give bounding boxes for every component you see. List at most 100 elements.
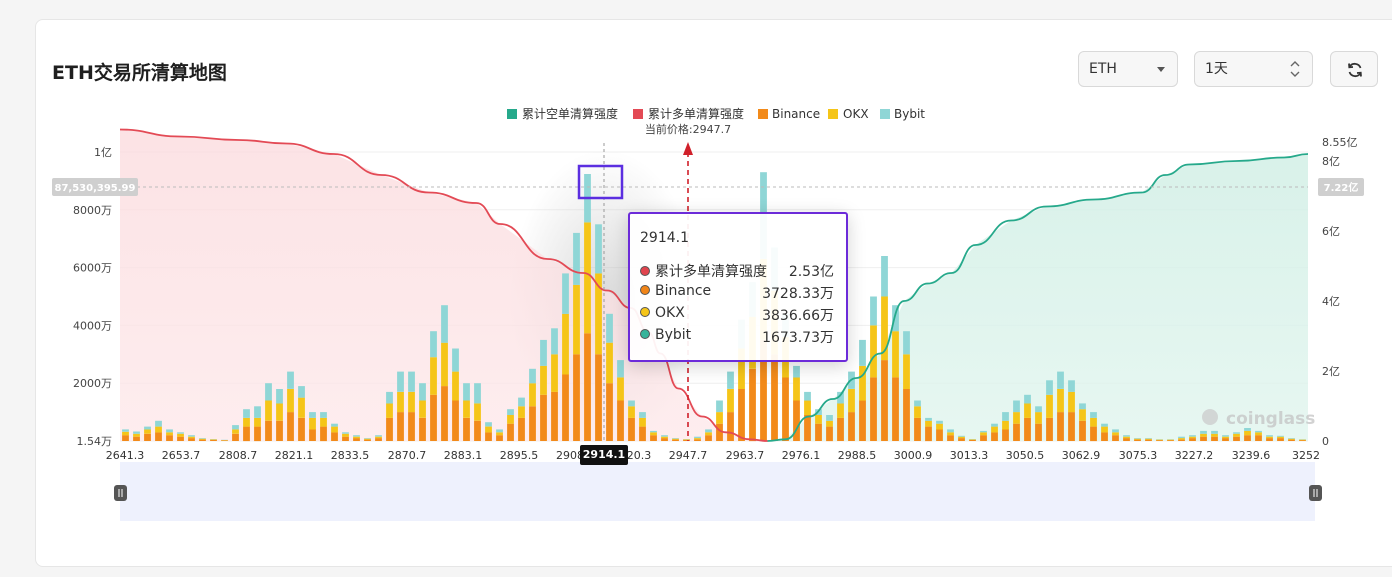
bar-okx <box>1057 389 1064 413</box>
bar-binance <box>1255 435 1262 441</box>
bar-bybit <box>408 371 415 392</box>
bar-binance <box>826 426 833 442</box>
bar-okx <box>1200 433 1207 437</box>
bar-bybit <box>804 391 811 401</box>
bar-bybit <box>386 391 393 404</box>
bar-bybit <box>144 426 151 430</box>
crosshair-left-value: 87,530,395.99 <box>55 183 136 194</box>
bar-okx <box>1244 430 1251 436</box>
y-right-tick-label: 4亿 <box>1322 295 1340 308</box>
bar-okx <box>232 429 239 434</box>
bar-okx <box>188 436 195 439</box>
bar-binance <box>232 433 239 441</box>
bar-bybit <box>496 429 503 433</box>
bar-binance <box>903 389 910 441</box>
bar-binance <box>155 432 162 441</box>
bar-bybit <box>287 371 294 389</box>
bar-binance <box>1277 438 1284 441</box>
bar-bybit <box>606 313 613 343</box>
x-tick-label: 3050.5 <box>1006 449 1045 462</box>
bar-okx <box>496 432 503 436</box>
zoom-handle-left[interactable] <box>114 485 127 501</box>
bar-bybit <box>320 412 327 418</box>
legend-bybit-label[interactable]: Bybit <box>894 107 925 121</box>
tooltip-label: Binance <box>655 283 712 299</box>
tooltip-value: 3836.66万 <box>762 308 834 324</box>
y-right-tick-label: 8亿 <box>1322 155 1340 168</box>
bar-bybit <box>1002 412 1009 421</box>
bar-binance <box>298 417 305 441</box>
bar-bybit <box>727 371 734 389</box>
bar-binance <box>1013 423 1020 441</box>
bar-binance <box>595 354 602 441</box>
bar-binance <box>221 440 228 441</box>
tooltip-dot-icon <box>640 329 650 339</box>
bar-bybit <box>1035 406 1042 413</box>
x-tick-label: 2808.7 <box>219 449 258 462</box>
x-tick-label: 3075.3 <box>1119 449 1158 462</box>
bar-okx <box>518 406 525 418</box>
bar-binance <box>881 360 888 441</box>
tooltip-dot-icon <box>640 285 650 295</box>
bar-okx <box>1123 436 1130 439</box>
bar-binance <box>496 435 503 441</box>
current-price-label: 当前价格:2947.7 <box>645 122 731 136</box>
bar-binance <box>672 439 679 441</box>
bar-bybit <box>573 232 580 285</box>
bar-okx <box>474 403 481 421</box>
crosshair-x-label: 2914.1 <box>580 445 628 465</box>
legend-okx-label[interactable]: OKX <box>843 107 869 121</box>
bar-binance <box>430 394 437 441</box>
x-tick-label: 3062.9 <box>1062 449 1101 462</box>
bar-okx <box>584 222 591 334</box>
bar-bybit <box>958 435 965 437</box>
bar-okx <box>122 431 129 436</box>
bar-binance <box>375 438 382 441</box>
bar-bybit <box>155 420 162 427</box>
bar-bybit <box>430 331 437 358</box>
bar-bybit <box>254 406 261 418</box>
bar-okx <box>617 377 624 401</box>
bar-bybit <box>859 339 866 366</box>
bar-okx <box>914 406 921 418</box>
bar-okx <box>562 313 569 375</box>
bar-bybit <box>628 400 635 407</box>
bar-binance <box>177 436 184 441</box>
y-left-tick-label: 1.54万 <box>77 435 113 448</box>
bar-binance <box>1123 438 1130 441</box>
bar-bybit <box>298 386 305 398</box>
legend-short-label[interactable]: 累计空单清算强度 <box>522 106 618 121</box>
bar-okx <box>254 417 261 427</box>
bar-bybit <box>485 422 492 427</box>
zoom-range-area[interactable] <box>120 462 1315 521</box>
bar-okx <box>210 439 217 440</box>
bar-bybit <box>1211 430 1218 434</box>
bar-binance <box>1035 423 1042 441</box>
bar-binance <box>782 377 789 441</box>
legend-long-label[interactable]: 累计多单清算强度 <box>648 106 744 121</box>
legend: 累计空单清算强度 累计多单清算强度 Binance OKX Bybit <box>507 106 925 121</box>
bar-okx <box>1112 432 1119 436</box>
bar-binance <box>1112 435 1119 441</box>
bar-binance <box>265 420 272 441</box>
bar-binance <box>837 417 844 441</box>
bar-okx <box>199 438 206 440</box>
bar-okx <box>331 426 338 433</box>
bar-binance <box>925 426 932 442</box>
bar-bybit <box>1123 435 1130 437</box>
bar-bybit <box>595 224 602 274</box>
legend-binance-label[interactable]: Binance <box>772 107 820 121</box>
bar-binance <box>870 377 877 441</box>
bar-bybit <box>474 383 481 404</box>
bar-binance <box>419 417 426 441</box>
y-left-tick-label: 8000万 <box>73 204 112 217</box>
bar-okx <box>155 426 162 433</box>
bar-okx <box>815 415 822 424</box>
bar-bybit <box>672 438 679 439</box>
legend-okx-swatch <box>828 109 838 119</box>
bar-binance <box>661 438 668 441</box>
bar-bybit <box>331 423 338 427</box>
zoom-handle-right[interactable] <box>1309 485 1322 501</box>
x-tick-label: 3227.2 <box>1175 449 1214 462</box>
bar-binance <box>1233 436 1240 441</box>
